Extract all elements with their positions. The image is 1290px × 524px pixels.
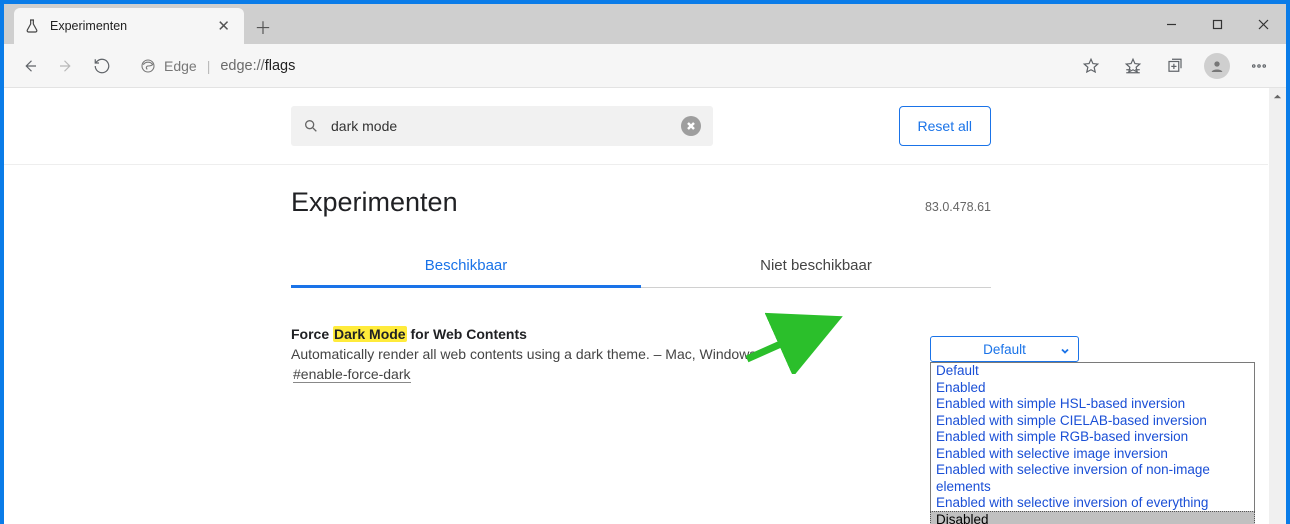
browser-window: Experimenten ✕ ＋ Edge | edge://flags [4, 4, 1286, 524]
flag-select-wrapper: Default DefaultEnabledEnabled with simpl… [930, 336, 1255, 524]
flag-option[interactable]: Enabled with selective inversion of non-… [931, 462, 1254, 495]
back-button[interactable] [12, 48, 48, 84]
omnibox-separator: | [207, 58, 211, 74]
profile-button[interactable] [1198, 48, 1236, 84]
flag-title-suffix: for Web Contents [407, 326, 527, 342]
collections-button[interactable] [1156, 48, 1194, 84]
address-bar[interactable]: Edge | edge://flags [140, 50, 1062, 82]
flag-row: Force Dark Mode for Web Contents Automat… [291, 326, 991, 384]
refresh-button[interactable] [84, 48, 120, 84]
tab-available[interactable]: Beschikbaar [291, 246, 641, 288]
page-title: Experimenten [291, 187, 925, 218]
flag-option[interactable]: Default [931, 363, 1254, 380]
flag-option[interactable]: Enabled with selective image inversion [931, 446, 1254, 463]
edge-label: Edge [164, 58, 197, 74]
window-close-button[interactable] [1240, 4, 1286, 44]
search-icon [303, 118, 319, 134]
flag-hash-link[interactable]: #enable-force-dark [293, 366, 411, 383]
flag-description: Automatically render all web contents us… [291, 346, 991, 362]
reset-all-button[interactable]: Reset all [899, 106, 991, 146]
clear-search-button[interactable] [681, 116, 701, 136]
edge-icon [140, 58, 156, 74]
flag-select-dropdown[interactable]: DefaultEnabledEnabled with simple HSL-ba… [930, 362, 1255, 524]
flag-option[interactable]: Enabled with simple CIELAB-based inversi… [931, 413, 1254, 430]
favorite-star-icon[interactable] [1072, 48, 1110, 84]
flag-option[interactable]: Enabled with simple HSL-based inversion [931, 396, 1254, 413]
more-button[interactable] [1240, 48, 1278, 84]
flag-option[interactable]: Enabled with selective inversion of ever… [931, 495, 1254, 512]
flag-select[interactable]: Default [930, 336, 1079, 362]
flags-search-box[interactable] [291, 106, 713, 146]
new-tab-button[interactable]: ＋ [248, 11, 278, 41]
search-row: Reset all [4, 88, 1268, 165]
browser-toolbar: Edge | edge://flags [4, 44, 1286, 88]
flag-option[interactable]: Disabled [930, 511, 1255, 524]
flag-option[interactable]: Enabled with simple RGB-based inversion [931, 429, 1254, 446]
tab-title: Experimenten [50, 19, 213, 33]
chevron-down-icon [1060, 344, 1070, 359]
reset-all-label: Reset all [918, 118, 972, 134]
flag-option[interactable]: Enabled [931, 380, 1254, 397]
content-area: Reset all Experimenten 83.0.478.61 Besch… [4, 88, 1286, 524]
browser-tab[interactable]: Experimenten ✕ [14, 8, 244, 44]
tab-strip: Beschikbaar Niet beschikbaar [291, 246, 991, 288]
flags-search-input[interactable] [331, 118, 681, 134]
avatar-icon [1204, 53, 1230, 79]
url-path: flags [265, 58, 296, 74]
url-prefix: edge:// [220, 58, 264, 74]
flag-select-value: Default [983, 342, 1026, 357]
forward-button[interactable] [48, 48, 84, 84]
title-bar: Experimenten ✕ ＋ [4, 4, 1286, 44]
scrollbar-up-button[interactable] [1269, 88, 1286, 105]
scrollbar-track[interactable] [1269, 88, 1286, 524]
flask-icon [24, 18, 40, 34]
tab-close-icon[interactable]: ✕ [213, 17, 234, 35]
flag-title-prefix: Force [291, 326, 333, 342]
tab-unavailable[interactable]: Niet beschikbaar [641, 246, 991, 287]
minimize-button[interactable] [1148, 4, 1194, 44]
version-label: 83.0.478.61 [925, 200, 991, 214]
page-heading-row: Experimenten 83.0.478.61 [291, 187, 991, 218]
favorites-button[interactable] [1114, 48, 1152, 84]
maximize-button[interactable] [1194, 4, 1240, 44]
flag-title-highlight: Dark Mode [333, 326, 407, 342]
flag-title: Force Dark Mode for Web Contents [291, 326, 991, 342]
window-controls [1148, 4, 1286, 44]
